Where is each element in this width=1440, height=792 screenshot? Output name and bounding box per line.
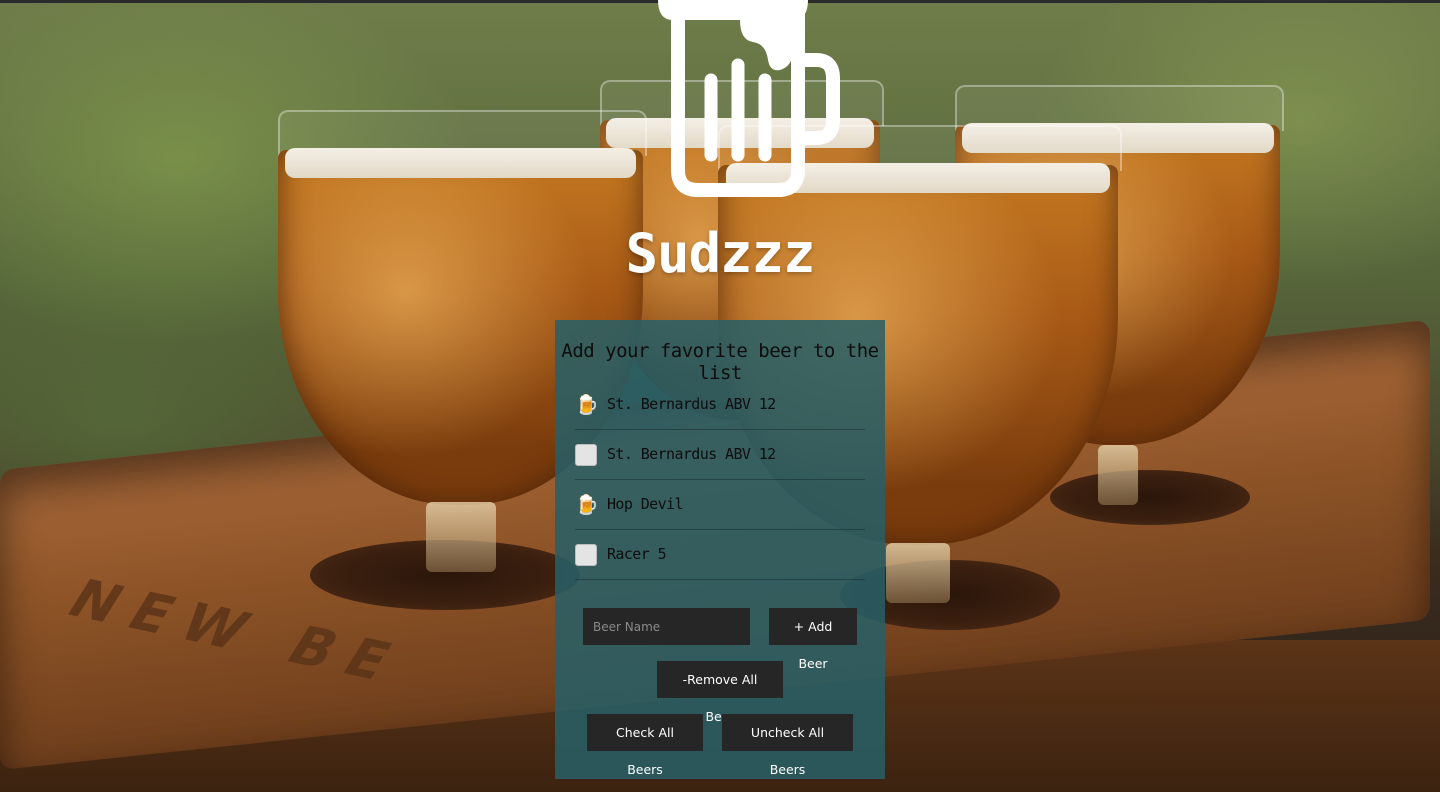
beer-emoji-icon[interactable]: 🍺 [575, 394, 599, 416]
checkbox-icon[interactable] [575, 444, 597, 466]
list-item[interactable]: 🍺 Hop Devil [575, 480, 865, 530]
add-beer-button[interactable]: + Add Beer [769, 608, 857, 671]
remove-all-beer-button[interactable]: -Remove All Beer [657, 661, 783, 724]
beer-name: St. Bernardus ABV 12 [607, 395, 776, 413]
app-title: Sudzzz [625, 222, 815, 285]
list-item[interactable]: 🍺 St. Bernardus ABV 12 [575, 380, 865, 430]
beer-name-input[interactable] [583, 608, 750, 645]
list-item[interactable]: St. Bernardus ABV 12 [575, 430, 865, 480]
checkbox-icon[interactable] [575, 544, 597, 566]
beer-list-card: Add your favorite beer to the list 🍺 St.… [555, 320, 885, 779]
beer-name: Racer 5 [607, 545, 667, 563]
beer-mug-icon [658, 0, 840, 197]
card-heading: Add your favorite beer to the list [561, 340, 879, 384]
list-item[interactable]: Racer 5 [575, 530, 865, 580]
beer-name: St. Bernardus ABV 12 [607, 445, 776, 463]
uncheck-all-beers-button[interactable]: Uncheck All Beers [722, 714, 853, 777]
check-all-beers-button[interactable]: Check All Beers [587, 714, 703, 777]
beer-name: Hop Devil [607, 495, 683, 513]
beer-emoji-icon[interactable]: 🍺 [575, 494, 599, 516]
beer-list: 🍺 St. Bernardus ABV 12 St. Bernardus ABV… [575, 380, 865, 580]
